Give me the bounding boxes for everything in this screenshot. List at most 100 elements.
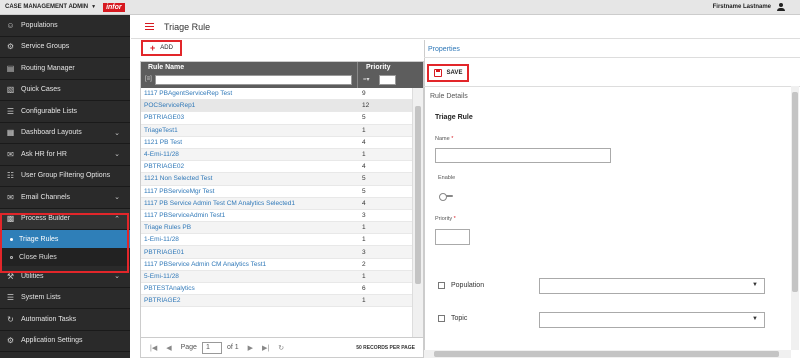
rule-name-cell[interactable]: 4-Emi-11/28 [141, 151, 358, 158]
list-icon: ☰ [6, 106, 15, 116]
table-row[interactable]: 1121 PB Test 4 [141, 137, 413, 149]
table-row[interactable]: 1117 PBServiceMgr Test 5 [141, 186, 413, 198]
rule-name-cell[interactable]: POCServiceRep1 [141, 102, 358, 109]
column-header-rule-name[interactable]: Rule Name [≡] [141, 62, 358, 88]
sidebar-item-process-builder[interactable]: ▩ Process Builder ⌃ [0, 208, 130, 230]
table-row[interactable]: 1117 PB Service Admin Test CM Analytics … [141, 197, 413, 210]
menu-icon[interactable] [145, 23, 154, 30]
enable-toggle[interactable] [439, 193, 454, 201]
sidebar-item-label: Utilities [21, 272, 44, 280]
rule-name-cell[interactable]: TriageTest1 [141, 127, 358, 134]
last-page-icon[interactable]: ▶| [262, 344, 269, 352]
filter-operator-icon[interactable]: =▾ [363, 76, 370, 83]
table-row[interactable]: 1121 Non Selected Test 5 [141, 173, 413, 186]
rule-name-cell[interactable]: PBTRIAGE2 [141, 297, 358, 304]
app-switcher[interactable]: CASE MANAGEMENT ADMIN ▼ [0, 4, 96, 10]
rule-name-cell[interactable]: PBTESTAnalytics [141, 285, 358, 292]
table-row[interactable]: PBTRIAGE03 5 [141, 112, 413, 125]
next-page-icon[interactable]: ▶ [248, 344, 253, 352]
sidebar-subitem-label: Close Rules [19, 253, 57, 261]
rule-name-cell[interactable]: 1-Emi-11/28 [141, 236, 358, 243]
sidebar-item-user-group-filtering[interactable]: ☷ User Group Filtering Options [0, 166, 130, 187]
topic-checkbox[interactable] [438, 315, 445, 322]
table-row[interactable]: PBTESTAnalytics 6 [141, 283, 413, 296]
table-row[interactable]: 5-Emi-11/28 1 [141, 270, 413, 283]
rule-name-cell[interactable]: 5-Emi-11/28 [141, 273, 358, 280]
sidebar-item-utilities[interactable]: ⚒ Utilities ⌄ [0, 266, 130, 288]
records-per-page[interactable]: 50 RECORDS PER PAGE [356, 345, 415, 351]
population-select[interactable]: ▼ [539, 278, 765, 294]
sidebar-item-populations[interactable]: ☺ Populations [0, 15, 130, 37]
add-button[interactable]: + ADD [141, 40, 182, 56]
panel-horizontal-scrollbar[interactable] [424, 350, 791, 358]
panel-scrollbar[interactable] [791, 86, 799, 350]
table-row[interactable]: 1117 PBService Admin CM Analytics Test1 2 [141, 259, 413, 271]
rule-name-cell[interactable]: PBTRIAGE02 [141, 163, 358, 170]
sidebar-item-system-lists[interactable]: ☰ System Lists [0, 288, 130, 309]
sidebar-item-automation-tasks[interactable]: ↻ Automation Tasks [0, 309, 130, 331]
rules-grid: Rule Name [≡] Priority =▾ 1117 PBAgentSe… [140, 61, 424, 338]
rule-name-cell[interactable]: 1117 PBService Admin CM Analytics Test1 [141, 261, 358, 268]
panel-divider [424, 40, 425, 358]
population-checkbox[interactable] [438, 282, 445, 289]
properties-link[interactable]: Properties [428, 46, 460, 53]
sidebar-subitem-close-rules[interactable]: Close Rules [0, 248, 130, 266]
rule-name-cell[interactable]: 1117 PB Service Admin Test CM Analytics … [141, 200, 358, 207]
email-icon: ✉ [7, 192, 14, 202]
save-icon [433, 69, 442, 77]
sidebar-item-quick-cases[interactable]: ▧ Quick Cases [0, 80, 130, 101]
sidebar-item-ask-hr[interactable]: ✉ Ask HR for HR ⌄ [0, 144, 130, 166]
sidebar-item-application-settings[interactable]: ⚙ Application Settings [0, 331, 130, 352]
sidebar-item-label: Email Channels [21, 193, 71, 201]
scrollbar-thumb[interactable] [415, 106, 421, 284]
table-row[interactable]: POCServiceRep1 12 [141, 100, 413, 113]
user-menu[interactable]: Firstname Lastname [713, 3, 785, 11]
table-row[interactable]: 4-Emi-11/28 1 [141, 148, 413, 162]
prev-page-icon[interactable]: ◀ [166, 344, 171, 352]
table-row[interactable]: 1117 PBServiceAdmin Test1 3 [141, 210, 413, 223]
document-icon: ▧ [6, 85, 15, 95]
table-row[interactable]: PBTRIAGE02 4 [141, 161, 413, 174]
rule-name-filter-input[interactable] [155, 75, 352, 85]
table-row[interactable]: TriageTest1 1 [141, 124, 413, 137]
name-input[interactable] [435, 148, 611, 163]
filter-operator-icon[interactable]: [≡] [145, 76, 152, 82]
rule-name-cell[interactable]: 1117 PBServiceMgr Test [141, 188, 358, 195]
rule-name-cell[interactable]: 1117 PBAgentServiceRep Test [141, 90, 358, 97]
refresh-icon[interactable]: ↻ [278, 344, 284, 352]
first-page-icon[interactable]: |◀ [150, 344, 157, 352]
sidebar-item-service-groups[interactable]: ⚙ Service Groups [0, 37, 130, 58]
topic-select[interactable]: ▼ [539, 312, 765, 328]
priority-label: Priority * [435, 216, 456, 222]
scrollbar-thumb[interactable] [434, 351, 779, 357]
rule-name-cell[interactable]: PBTRIAGE03 [141, 114, 358, 121]
sidebar-item-email-channels[interactable]: ✉ Email Channels ⌄ [0, 187, 130, 209]
scrollbar-thumb[interactable] [792, 92, 798, 292]
page-label: Page [180, 344, 197, 351]
priority-input[interactable] [435, 229, 470, 245]
divider [424, 57, 800, 58]
rule-name-cell[interactable]: 1121 Non Selected Test [141, 175, 358, 182]
rule-name-cell[interactable]: 1121 PB Test [141, 139, 358, 146]
sidebar-item-routing-manager[interactable]: ▤ Routing Manager [0, 58, 130, 80]
priority-cell: 6 [362, 285, 366, 293]
sidebar-subitem-triage-rules[interactable]: Triage Rules [0, 230, 130, 248]
table-row[interactable]: Triage Rules PB 1 [141, 222, 413, 235]
sidebar-item-dashboard-layouts[interactable]: ▦ Dashboard Layouts ⌄ [0, 123, 130, 144]
bullet-icon [10, 255, 13, 259]
rule-name-cell[interactable]: 1117 PBServiceAdmin Test1 [141, 212, 358, 219]
priority-filter-input[interactable] [379, 75, 396, 85]
column-header-priority[interactable]: Priority =▾ [358, 62, 412, 88]
rule-name-cell[interactable]: Triage Rules PB [141, 224, 358, 231]
page-input[interactable]: 1 [201, 341, 222, 354]
grid-scrollbar[interactable] [412, 88, 423, 337]
save-button[interactable]: SAVE [427, 64, 469, 82]
population-row: Population [438, 282, 484, 289]
table-row[interactable]: 1117 PBAgentServiceRep Test 9 [141, 88, 413, 101]
table-row[interactable]: PBTRIAGE01 3 [141, 246, 413, 259]
sidebar-item-configurable-lists[interactable]: ☰ Configurable Lists [0, 101, 130, 123]
table-row[interactable]: PBTRIAGE2 1 [141, 295, 413, 308]
rule-name-cell[interactable]: PBTRIAGE01 [141, 249, 358, 256]
column-title: Rule Name [148, 64, 185, 71]
table-row[interactable]: 1-Emi-11/28 1 [141, 234, 413, 247]
